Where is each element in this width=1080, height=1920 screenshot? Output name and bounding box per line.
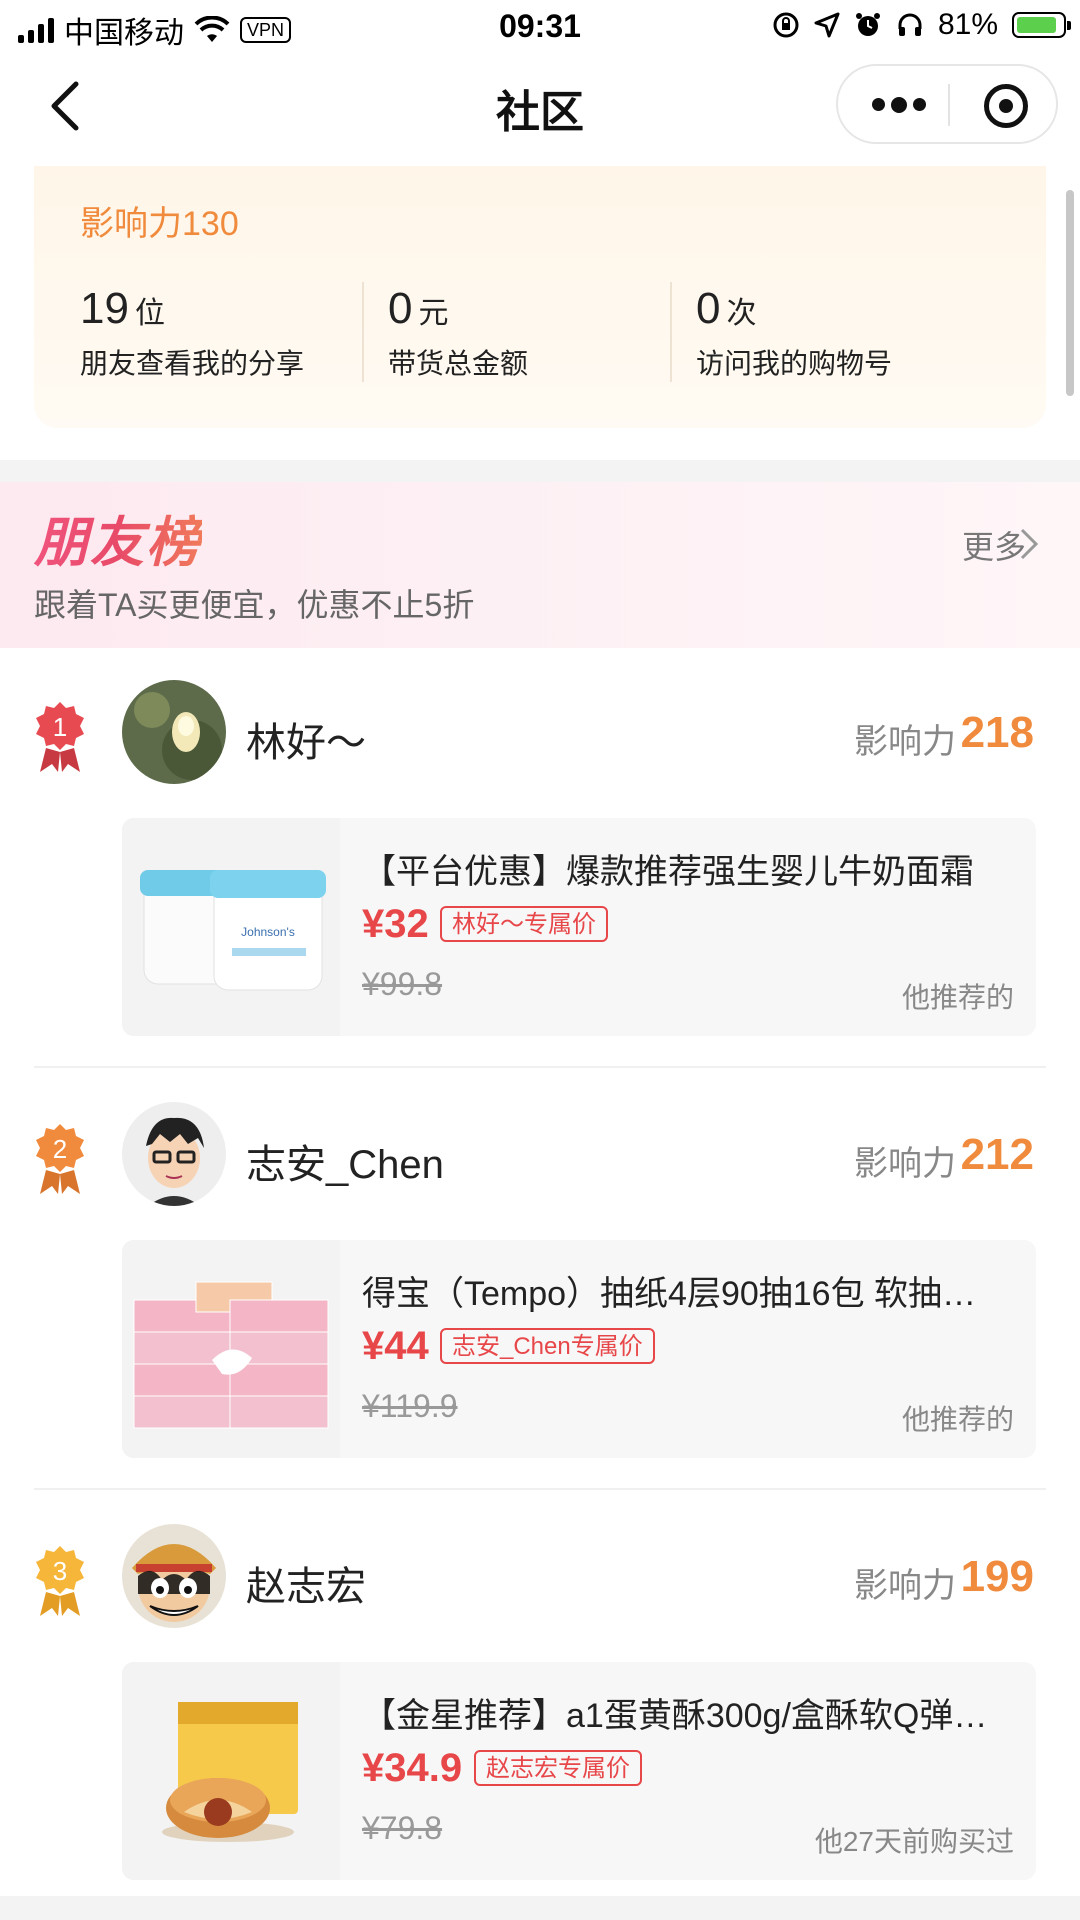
stat-friends-viewed[interactable]: 19 位 朋友查看我的分享 <box>80 284 380 382</box>
section-gap <box>0 460 1080 482</box>
ranking-title: 朋友榜 <box>34 498 202 577</box>
more-menu-icon[interactable] <box>872 97 926 113</box>
recommend-note: 他推荐的 <box>901 982 1014 1013</box>
rank-medal-icon: 2 <box>36 1124 84 1194</box>
location-icon <box>814 12 840 38</box>
headphones-icon <box>898 13 922 36</box>
bottom-gap <box>0 1896 1080 1920</box>
influence-label: 影响力 <box>854 1567 956 1605</box>
influence-score: 218 <box>960 708 1034 757</box>
alarm-icon <box>855 13 880 36</box>
avatar-image <box>122 1102 226 1206</box>
stat-label: 朋友查看我的分享 <box>80 348 305 379</box>
avatar[interactable] <box>122 1102 226 1206</box>
stat-visits[interactable]: 0次 访问我的购物号 <box>696 284 996 382</box>
stat-value: 19 <box>80 284 129 333</box>
product-title: 【金星推荐】a1蛋黄酥300g/盒酥软Q弹流心 <box>362 1697 1002 1735</box>
influence-title: 影响力130 <box>80 205 239 243</box>
ranking-header: 朋友榜 跟着TA买更便宜，优惠不止5折 更多 <box>0 482 1080 648</box>
stat-sales-amount[interactable]: 0元 带货总金额 <box>388 284 688 382</box>
stat-label: 访问我的购物号 <box>696 348 893 379</box>
stat-value: 0 <box>696 284 721 333</box>
ranking-subtitle: 跟着TA买更便宜，优惠不止5折 <box>34 587 475 623</box>
rank-number: 1 <box>53 712 67 742</box>
product-price: ¥32 <box>362 902 429 946</box>
product-image: Johnson's <box>122 818 340 1036</box>
product-price: ¥34.9 <box>362 1746 463 1790</box>
product-title: 得宝（Tempo）抽纸4层90抽16包 软抽纸巾餐巾纸 <box>362 1275 1002 1313</box>
original-price: ¥119.9 <box>362 1388 458 1424</box>
exclusive-price-tag: 志安_Chen专属价 <box>440 1328 655 1364</box>
row-divider <box>34 1066 1046 1068</box>
rank-number: 3 <box>53 1556 67 1586</box>
influence-score: 199 <box>960 1552 1034 1601</box>
scrollbar[interactable] <box>1066 190 1074 396</box>
original-price: ¥99.8 <box>362 966 443 1002</box>
product-price: ¥44 <box>362 1324 429 1368</box>
stat-unit: 位 <box>134 297 165 330</box>
product-image <box>122 1662 340 1880</box>
product-card[interactable]: 【金星推荐】a1蛋黄酥300g/盒酥软Q弹流心 ¥34.9 赵志宏专属价 ¥79… <box>122 1662 1036 1880</box>
stat-unit: 元 <box>418 297 449 330</box>
influence-label: 影响力 <box>854 1145 956 1183</box>
influence-label: 影响力 <box>854 723 956 761</box>
avatar[interactable] <box>122 1524 226 1628</box>
stat-unit: 次 <box>726 297 757 330</box>
rotation-lock-icon <box>773 12 799 38</box>
capsule-divider <box>948 84 950 126</box>
product-image <box>122 1240 340 1458</box>
battery-icon <box>1012 12 1071 38</box>
nav-bar: 社区 <box>0 56 1080 156</box>
stat-label: 带货总金额 <box>388 348 529 379</box>
influence-score: 212 <box>960 1130 1034 1179</box>
influence-card: 影响力130 19 位 朋友查看我的分享 0元 带货总金额 0次 访问我的购物号 <box>34 166 1046 428</box>
exclusive-price-tag: 赵志宏专属价 <box>474 1750 642 1786</box>
product-card[interactable]: Johnson's 【平台优惠】爆款推荐强生婴儿牛奶面霜 ¥32 林好～专属价 … <box>122 818 1036 1036</box>
product-card[interactable]: 得宝（Tempo）抽纸4层90抽16包 软抽纸巾餐巾纸 ¥44 志安_Chen专… <box>122 1240 1036 1458</box>
avatar[interactable] <box>122 680 226 784</box>
rank-medal-icon: 3 <box>36 1546 84 1616</box>
battery-percent: 81% <box>937 8 998 41</box>
user-name[interactable]: 赵志宏 <box>246 1554 366 1612</box>
status-bar: 中国移动 VPN 09:31 81% <box>0 0 1080 56</box>
recommend-note: 他推荐的 <box>901 1404 1014 1435</box>
user-name[interactable]: 林好～ <box>246 710 366 768</box>
original-price: ¥79.8 <box>362 1810 443 1846</box>
avatar-image <box>122 680 226 784</box>
user-name[interactable]: 志安_Chen <box>246 1132 444 1190</box>
close-miniprogram-icon[interactable] <box>984 84 1028 128</box>
product-title: 【平台优惠】爆款推荐强生婴儿牛奶面霜 <box>362 853 974 891</box>
avatar-image <box>122 1524 226 1628</box>
miniprogram-capsule <box>836 64 1058 144</box>
chevron-right-icon[interactable] <box>1018 526 1040 562</box>
divider <box>670 282 672 382</box>
more-link[interactable]: 更多 <box>962 522 1026 568</box>
divider <box>362 282 364 382</box>
stat-value: 0 <box>388 284 413 333</box>
row-divider <box>34 1488 1046 1490</box>
rank-number: 2 <box>53 1134 67 1164</box>
svg-text:Johnson's: Johnson's <box>241 925 295 939</box>
status-right: 81% <box>772 8 1071 42</box>
rank-medal-icon: 1 <box>36 702 84 772</box>
exclusive-price-tag: 林好～专属价 <box>440 906 608 942</box>
recommend-note: 他27天前购买过 <box>814 1826 1014 1857</box>
